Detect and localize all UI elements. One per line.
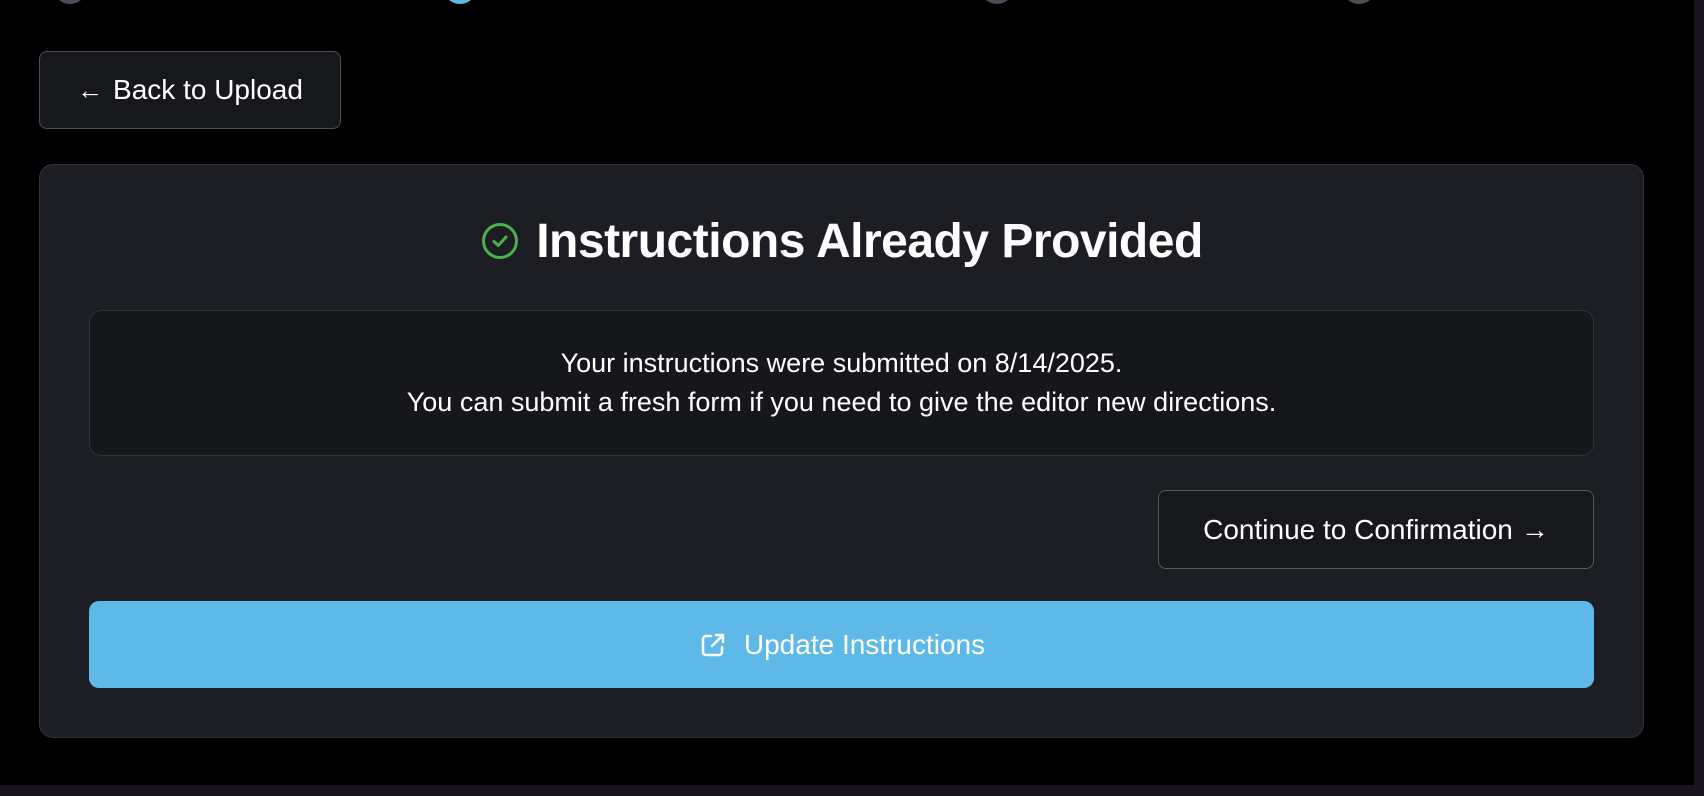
update-button-label: Update Instructions (743, 628, 986, 660)
continue-to-confirmation-button[interactable]: Continue to Confirmation → (1158, 490, 1594, 569)
external-link-icon (701, 633, 725, 656)
back-button-label: Back to Upload (113, 74, 303, 105)
step-indicator-4 (1342, 0, 1376, 4)
info-line-submitted-date: Your instructions were submitted on 8/14… (560, 348, 1123, 378)
arrow-right-icon: → (1520, 513, 1549, 545)
step-indicator-1 (53, 0, 87, 4)
step-indicator-2-active (443, 0, 477, 4)
check-circle-icon (482, 223, 519, 259)
info-line-resubmit-hint: You can submit a fresh form if you need … (406, 387, 1277, 417)
continue-button-label: Continue to Confirmation (1203, 513, 1513, 545)
step-indicator-3 (980, 0, 1014, 4)
card-header: Instructions Already Provided (40, 211, 1643, 271)
back-to-upload-button[interactable]: ← Back to Upload (39, 51, 341, 129)
page-viewport: ← Back to Upload Instructions Already Pr… (0, 0, 1694, 785)
arrow-left-icon: ← (77, 74, 104, 105)
instructions-status-card: Instructions Already Provided Your instr… (39, 164, 1644, 738)
update-instructions-button[interactable]: Update Instructions (89, 601, 1594, 688)
card-title: Instructions Already Provided (536, 214, 1203, 268)
window-edge (1694, 0, 1704, 785)
submission-info-box: Your instructions were submitted on 8/14… (89, 310, 1594, 456)
